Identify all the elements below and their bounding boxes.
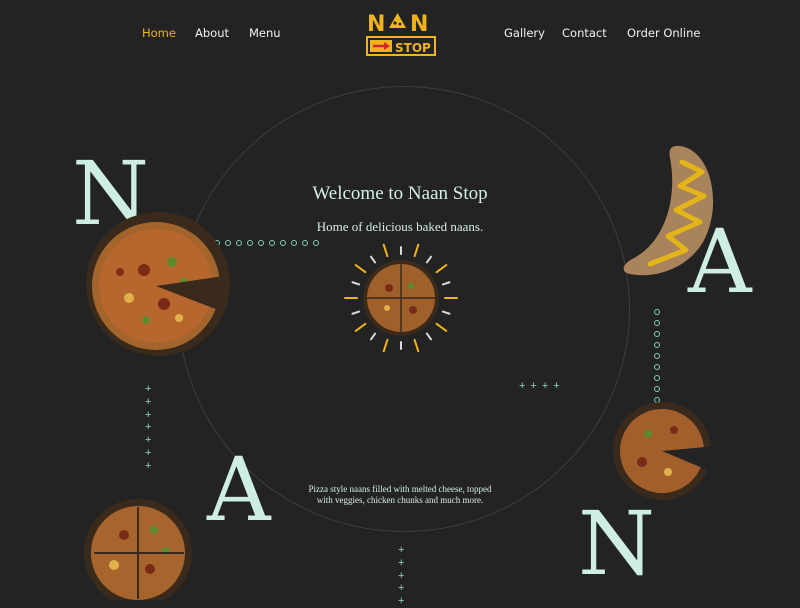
sun-ray	[425, 255, 432, 264]
sun-ray	[370, 332, 377, 341]
nav-order-online[interactable]: Order Online	[627, 26, 700, 40]
sun-ray	[354, 264, 367, 274]
naan-stop-logo[interactable]: N N STOP	[366, 10, 438, 57]
pizza-slice-icon	[389, 13, 406, 28]
sun-ray	[382, 243, 389, 258]
sun-ray	[382, 338, 389, 353]
pizza-sun-icon	[344, 243, 458, 353]
decor-dots-vertical	[654, 309, 660, 403]
decor-plus-row: ++++	[519, 380, 565, 392]
sun-ray	[354, 322, 367, 332]
logo-letter-n1: N	[367, 12, 385, 37]
sun-ray	[441, 310, 451, 315]
sun-ray	[351, 310, 361, 315]
pizza-image-top-left	[86, 212, 230, 356]
logo-stop-text: STOP	[395, 41, 431, 55]
sun-ray	[351, 281, 361, 286]
sun-ray	[413, 338, 420, 353]
naan-image	[623, 145, 714, 276]
decor-plus-column-left: + + + + + + +	[145, 383, 152, 472]
decor-letter-n-bottom: N	[578, 492, 655, 595]
sun-ray	[441, 281, 451, 286]
logo-letter-n2: N	[410, 12, 428, 37]
sun-ray	[435, 322, 448, 332]
decor-plus-column-bottom: + + + + +	[398, 544, 405, 608]
nav-about[interactable]: About	[195, 26, 229, 40]
decor-letter-a-bottom: A	[207, 438, 271, 541]
sun-ray	[370, 255, 377, 264]
nav-gallery[interactable]: Gallery	[504, 26, 545, 40]
hero-description-line1: Pizza style naans filled with melted che…	[308, 484, 492, 494]
pizza-image-right	[613, 402, 716, 500]
sun-ray	[435, 264, 448, 274]
pizza-image-bottom-left	[84, 499, 192, 600]
nav-home[interactable]: Home	[142, 26, 176, 40]
hero-description: Pizza style naans filled with melted che…	[300, 484, 500, 506]
sun-ray	[413, 243, 420, 258]
sun-ray	[425, 332, 432, 341]
hero-description-line2: with veggies, chicken chunks and much mo…	[316, 495, 484, 505]
nav-contact[interactable]: Contact	[562, 26, 607, 40]
nav-menu[interactable]: Menu	[249, 26, 281, 40]
